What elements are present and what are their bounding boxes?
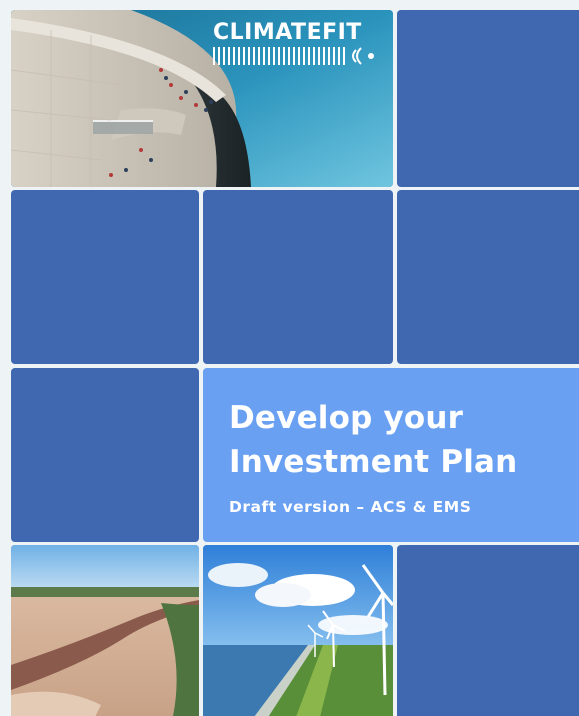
title-panel: Develop your Investment Plan Draft versi… <box>203 368 579 542</box>
cover-tile <box>203 190 393 364</box>
cover-tile <box>397 545 579 716</box>
cover-tile <box>397 190 579 364</box>
signal-wave-logo-icon <box>213 47 374 65</box>
page-title-line-1: Develop your <box>229 400 464 436</box>
page-title-line-2: Investment Plan <box>229 444 518 480</box>
dam-walkway-photo: CLIMATEFIT <box>11 10 393 187</box>
climatefit-logo: CLIMATEFIT <box>213 20 379 67</box>
river-estuary-aerial-photo <box>11 545 199 716</box>
cover-tile <box>397 10 579 187</box>
cover-tile <box>11 190 199 364</box>
page-subtitle: Draft version – ACS & EMS <box>229 498 472 516</box>
cover-tile <box>11 368 199 542</box>
brand-name: CLIMATEFIT <box>213 20 362 45</box>
wind-turbines-coast-photo <box>203 545 393 716</box>
report-cover: CLIMATEFIT Develop your Investment Plan … <box>0 0 579 716</box>
